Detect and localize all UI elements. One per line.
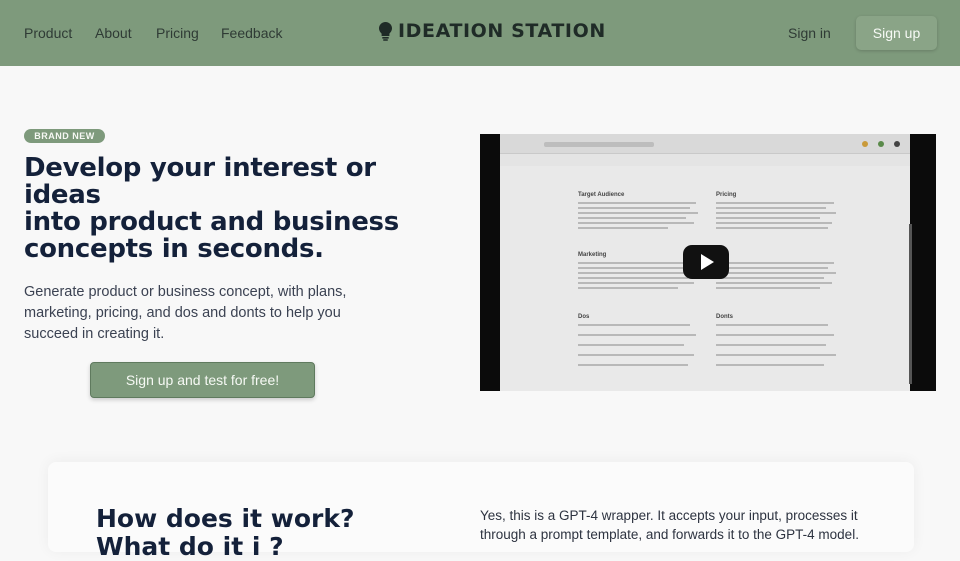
video-text-line bbox=[716, 217, 820, 219]
how-it-works-text: Yes, this is a GPT-4 wrapper. It accepts… bbox=[480, 508, 859, 542]
video-browser-dot bbox=[894, 141, 900, 147]
hero-title-line: Develop your interest or ideas bbox=[24, 153, 376, 210]
nav-product[interactable]: Product bbox=[24, 25, 72, 41]
how-title-line: How does it work? bbox=[96, 504, 355, 533]
video-text-line bbox=[716, 267, 828, 269]
video-section-heading: Target Audience bbox=[578, 192, 625, 198]
signup-test-free-button[interactable]: Sign up and test for free! bbox=[90, 362, 315, 398]
video-text-line bbox=[578, 267, 692, 269]
video-text-line bbox=[578, 354, 694, 356]
video-browser-dot bbox=[862, 141, 868, 147]
video-text-line bbox=[716, 262, 834, 264]
brand-new-badge: BRAND NEW bbox=[24, 129, 105, 143]
video-text-line bbox=[716, 282, 832, 284]
video-text-line bbox=[716, 277, 824, 279]
play-icon bbox=[701, 254, 714, 270]
video-text-line bbox=[716, 354, 836, 356]
video-text-line bbox=[578, 282, 694, 284]
nav-feedback[interactable]: Feedback bbox=[221, 25, 282, 41]
how-title-line: What do it i ? bbox=[96, 532, 284, 561]
hero-title-line: concepts in seconds. bbox=[24, 234, 324, 264]
video-browser-bar bbox=[500, 134, 910, 154]
video-text-line bbox=[716, 334, 834, 336]
hero-title: Develop your interest or ideas into prod… bbox=[24, 155, 404, 263]
nav-about[interactable]: About bbox=[95, 25, 132, 41]
video-browser-dot bbox=[878, 141, 884, 147]
signup-button[interactable]: Sign up bbox=[856, 16, 937, 50]
video-text-line bbox=[578, 272, 698, 274]
video-text-line bbox=[578, 334, 696, 336]
demo-video[interactable]: Target Audience Pricing Marketing Dos Do… bbox=[480, 134, 936, 391]
video-section-heading: Pricing bbox=[716, 192, 737, 198]
lightbulb-icon bbox=[379, 21, 392, 41]
video-text-line bbox=[716, 364, 824, 366]
video-text-line bbox=[578, 202, 696, 204]
video-text-line bbox=[578, 222, 694, 224]
signin-link[interactable]: Sign in bbox=[788, 25, 831, 41]
video-page-content: Target Audience Pricing Marketing Dos Do… bbox=[560, 174, 890, 389]
video-text-line bbox=[716, 202, 834, 204]
video-section-heading: Donts bbox=[716, 314, 733, 320]
hero-title-line: into product and business bbox=[24, 207, 399, 237]
video-section-heading: Marketing bbox=[578, 252, 607, 258]
brand-name: IDEATION STATION bbox=[398, 20, 606, 42]
video-text-line bbox=[578, 324, 690, 326]
video-text-line bbox=[716, 227, 828, 229]
nav-pricing[interactable]: Pricing bbox=[156, 25, 199, 41]
video-text-line bbox=[716, 222, 832, 224]
video-text-line bbox=[716, 324, 828, 326]
play-button[interactable] bbox=[683, 245, 729, 279]
video-text-line bbox=[578, 344, 684, 346]
video-text-line bbox=[578, 227, 668, 229]
video-page-nav bbox=[500, 154, 910, 166]
video-url-bar bbox=[544, 142, 654, 147]
video-text-line bbox=[578, 364, 688, 366]
top-navbar: Product About Pricing Feedback IDEATION … bbox=[0, 0, 960, 66]
video-scrollbar bbox=[909, 224, 912, 384]
video-text-line bbox=[578, 287, 678, 289]
video-text-line bbox=[716, 212, 836, 214]
hero-subtitle: Generate product or business concept, wi… bbox=[24, 284, 347, 342]
video-text-line bbox=[578, 207, 690, 209]
video-text-line bbox=[578, 217, 686, 219]
how-it-works-title: How does it work? What do it i ? bbox=[96, 505, 354, 561]
video-text-line bbox=[716, 287, 820, 289]
video-text-line bbox=[578, 212, 698, 214]
video-text-line bbox=[716, 344, 826, 346]
video-text-line bbox=[578, 277, 688, 279]
video-text-line bbox=[716, 207, 826, 209]
video-text-line bbox=[716, 272, 836, 274]
brand-logo[interactable]: IDEATION STATION bbox=[379, 20, 606, 42]
video-section-heading: Dos bbox=[578, 314, 590, 320]
video-text-line bbox=[578, 262, 696, 264]
